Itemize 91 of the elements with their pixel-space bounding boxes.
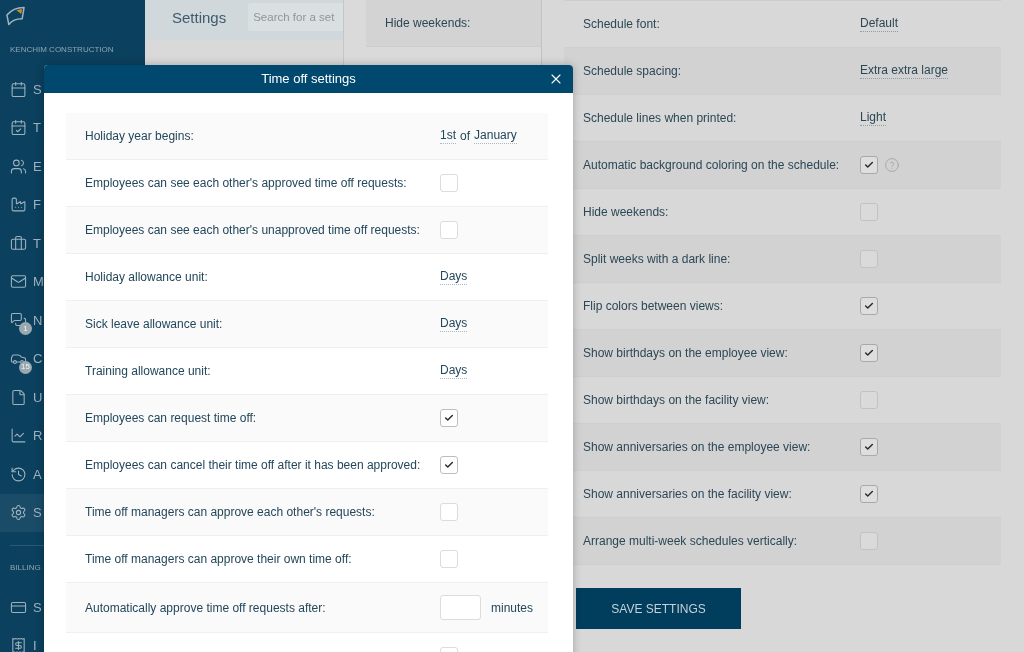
- setting-label: Automatic background coloring on the schedule:: [583, 158, 840, 172]
- checkbox[interactable]: [860, 203, 878, 221]
- checkbox[interactable]: [440, 221, 458, 239]
- setting-label: Hide weekends:: [385, 15, 471, 32]
- setting-label: Schedule lines when printed:: [583, 111, 737, 125]
- receipt-icon: [10, 637, 27, 652]
- file-icon: [10, 388, 27, 406]
- nav-item[interactable]: U: [0, 378, 44, 417]
- check-icon: [864, 301, 874, 311]
- setting-label: Show anniversaries on the employee view:: [583, 440, 811, 454]
- select-link[interactable]: Days: [440, 316, 468, 332]
- nav-item[interactable]: F: [0, 185, 44, 224]
- checkbox[interactable]: [860, 532, 878, 550]
- unit-label: minutes: [491, 599, 534, 617]
- count-badge: 1: [19, 322, 32, 335]
- check-icon: [444, 460, 454, 470]
- check-icon: [864, 442, 874, 452]
- select-link[interactable]: Default: [860, 16, 899, 32]
- briefcase-icon: [10, 234, 27, 252]
- checkbox[interactable]: [860, 438, 878, 456]
- setting-label: Employees can see each other's approved time off requests:: [85, 176, 407, 190]
- nav-item[interactable]: E: [0, 147, 44, 186]
- number-field[interactable]: [440, 595, 481, 620]
- setting-label: Employees can cancel their time off after it has been approved:: [85, 458, 421, 472]
- checkbox[interactable]: [860, 250, 878, 268]
- nav-item[interactable]: A: [0, 455, 44, 494]
- count-badge: 15: [19, 360, 32, 374]
- settings-icon: [10, 504, 27, 522]
- setting-label: Employees can see each other's unapproved time off requests:: [85, 223, 420, 237]
- save-settings-button[interactable]: SAVE SETTINGS: [576, 588, 741, 629]
- select-link[interactable]: Extra extra large: [860, 63, 949, 79]
- select-link[interactable]: 1st: [440, 128, 456, 144]
- dialog-title: Time off settings: [261, 70, 356, 89]
- checkbox[interactable]: [860, 485, 878, 503]
- setting-label: Split weeks with a dark line:: [583, 252, 731, 266]
- setting-label: Arrange multi-week schedules vertically:: [583, 534, 798, 548]
- checkbox[interactable]: [860, 156, 878, 174]
- checkbox[interactable]: [440, 174, 458, 192]
- calendar-icon: [10, 80, 27, 98]
- calendar-check-icon: [10, 119, 27, 137]
- check-icon: [864, 348, 874, 358]
- setting-label: Automatically approve time off requests after:: [85, 600, 326, 615]
- setting-label: Time off managers can approve their own time off:: [85, 552, 352, 566]
- company-name: KENCHIM CONSTRUCTION: [10, 44, 114, 56]
- checkbox[interactable]: [440, 456, 458, 474]
- nav-item[interactable]: S: [0, 493, 44, 532]
- check-icon: [444, 413, 454, 423]
- nav-item[interactable]: T: [0, 224, 44, 263]
- history-icon: [10, 465, 27, 483]
- select-link[interactable]: Days: [440, 269, 468, 285]
- factory-icon: [10, 196, 27, 214]
- setting-label: Sick leave allowance unit:: [85, 317, 223, 331]
- setting-label: Flip colors between views:: [583, 299, 724, 313]
- setting-label: Schedule font:: [583, 17, 660, 31]
- nav-item[interactable]: I: [0, 626, 44, 652]
- check-icon: [864, 160, 874, 170]
- nav-item[interactable]: R: [0, 416, 44, 455]
- logo-icon: [6, 5, 25, 27]
- search-field[interactable]: Search for a set: [248, 3, 343, 31]
- setting-label: Training allowance unit:: [85, 364, 211, 378]
- mail-icon: [10, 273, 27, 291]
- setting-label: Show anniversaries on the facility view:: [583, 487, 792, 501]
- check-icon: [864, 489, 874, 499]
- select-link[interactable]: January: [474, 128, 517, 144]
- setting-label: Hide weekends:: [583, 205, 669, 219]
- nav-item[interactable]: S: [0, 70, 44, 109]
- checkbox[interactable]: [440, 503, 458, 521]
- checkbox[interactable]: [440, 550, 458, 568]
- line-chart-icon: [10, 427, 27, 445]
- setting-label: Show birthdays on the employee view:: [583, 346, 788, 360]
- setting-label: Holiday allowance unit:: [85, 270, 208, 284]
- checkbox[interactable]: [860, 344, 878, 362]
- users-icon: [10, 157, 27, 175]
- section-heading: BILLING: [10, 562, 41, 574]
- nav-item[interactable]: T: [0, 108, 44, 147]
- checkbox[interactable]: [860, 297, 878, 315]
- nav-item[interactable]: S: [0, 588, 44, 627]
- connector-text: of: [460, 128, 471, 145]
- setting-label: Schedule spacing:: [583, 64, 682, 78]
- setting-label: Holiday year begins:: [85, 129, 194, 143]
- help-icon[interactable]: [885, 158, 899, 172]
- page-title: Settings: [172, 9, 227, 27]
- checkbox[interactable]: [860, 391, 878, 409]
- setting-label: Employees can request time off:: [85, 411, 257, 425]
- setting-label: Time off managers can approve each other's requests:: [85, 505, 375, 519]
- setting-label: Show birthdays on the facility view:: [583, 393, 770, 407]
- nav-item[interactable]: M: [0, 262, 44, 301]
- select-link[interactable]: Light: [860, 110, 887, 126]
- select-link[interactable]: Days: [440, 363, 468, 379]
- chat-bubbles-icon: [10, 311, 27, 329]
- checkbox[interactable]: [440, 409, 458, 427]
